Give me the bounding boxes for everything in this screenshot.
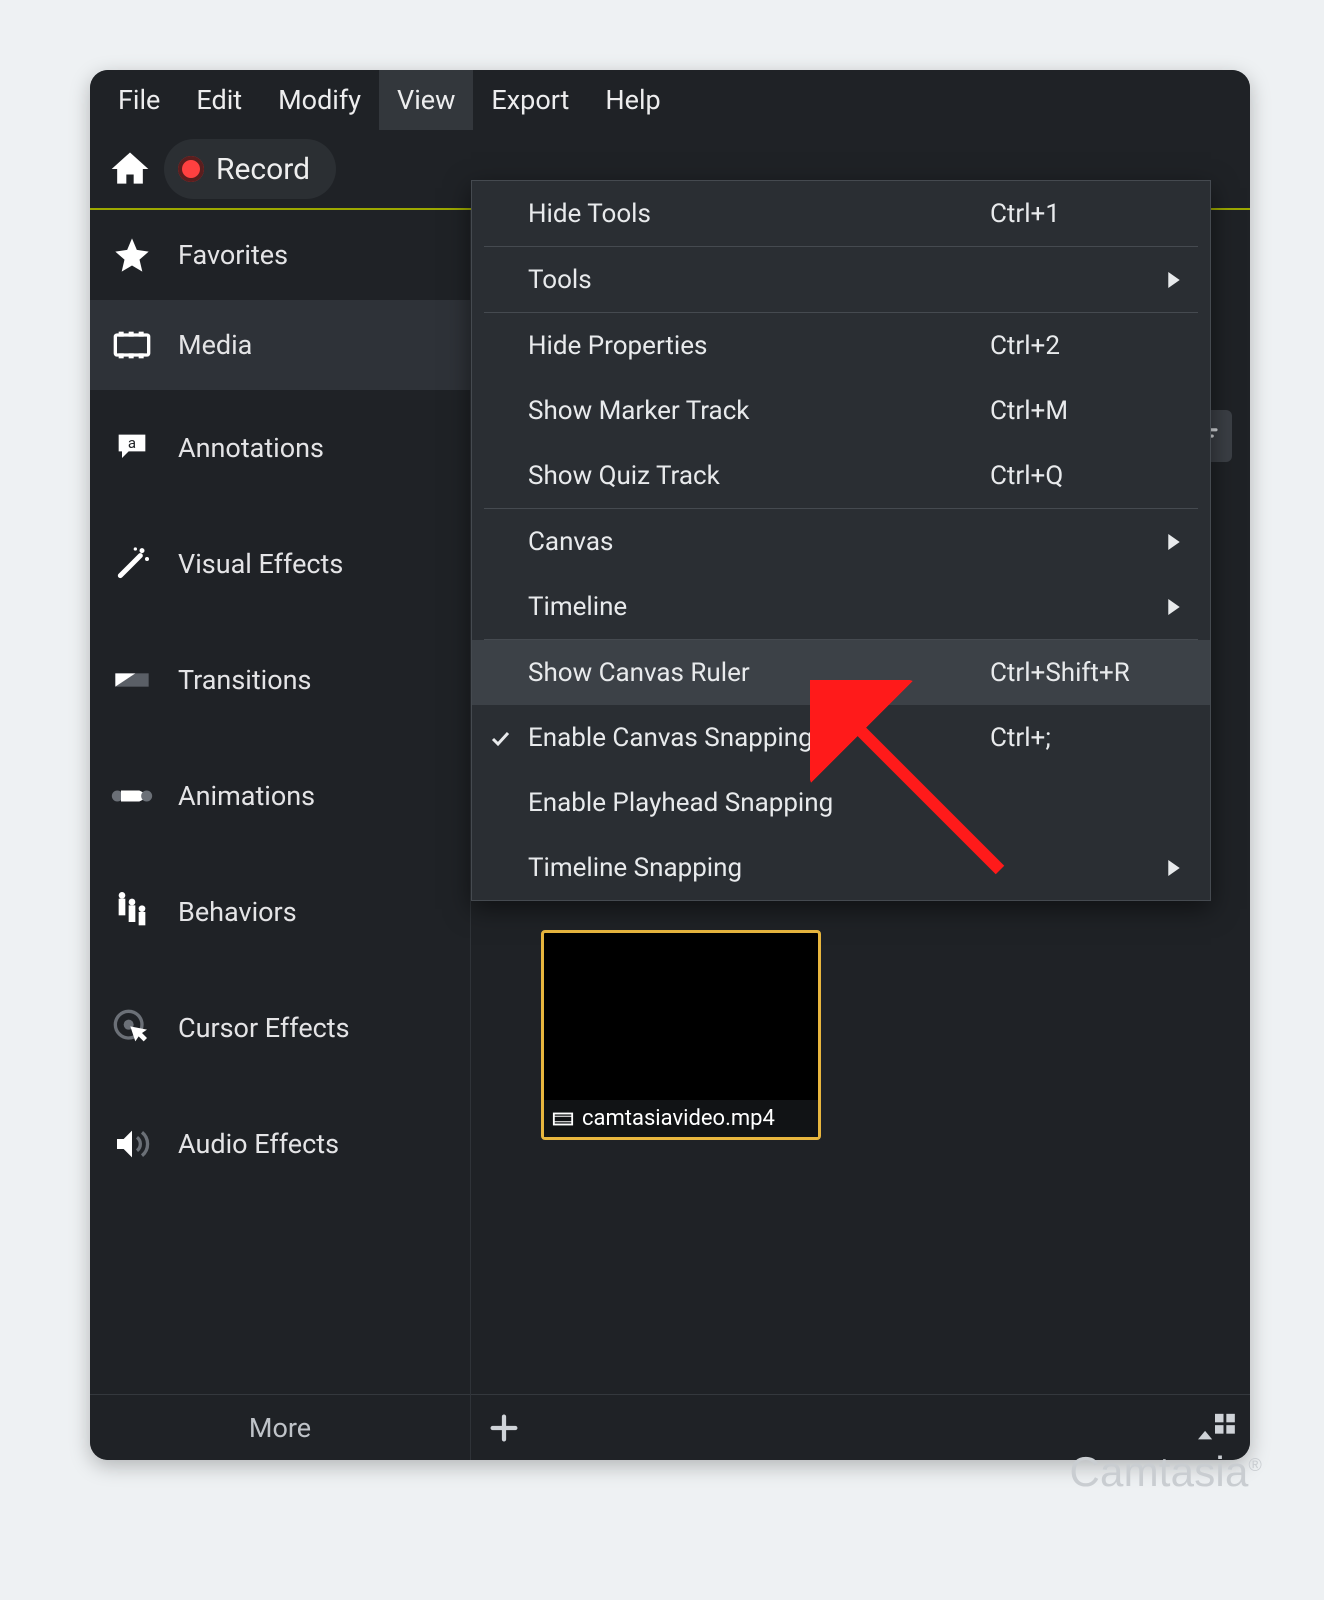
sidebar-item-favorites[interactable]: Favorites	[90, 210, 470, 300]
svg-text:a: a	[128, 434, 136, 452]
watermark-text: Camtasia	[1070, 1448, 1249, 1495]
add-media-button[interactable]	[471, 1395, 537, 1461]
sidebar-item-media[interactable]: Media	[90, 300, 470, 390]
menu-item-label: Enable Canvas Snapping	[528, 723, 813, 753]
sidebar-item-visual-effects[interactable]: Visual Effects	[90, 506, 470, 622]
menu-show-quiz-track[interactable]: Show Quiz Track Ctrl+Q	[472, 443, 1210, 508]
sidebar-item-behaviors[interactable]: Behaviors	[90, 854, 470, 970]
menu-view[interactable]: View	[379, 70, 473, 130]
media-clip-label: camtasiavideo.mp4	[544, 1100, 818, 1137]
menu-item-shortcut: Ctrl+2	[990, 331, 1180, 361]
menu-item-label: Hide Properties	[528, 331, 707, 361]
menu-item-label: Hide Tools	[528, 199, 651, 229]
menu-edit[interactable]: Edit	[178, 70, 260, 130]
registered-icon: ®	[1249, 1455, 1262, 1475]
submenu-arrow-icon	[1168, 860, 1180, 876]
menu-item-label: Show Marker Track	[528, 396, 749, 426]
menu-item-label: Show Quiz Track	[528, 461, 720, 491]
sidebar-item-label: Animations	[178, 780, 315, 812]
behaviors-icon	[110, 890, 154, 934]
menu-item-label: Timeline	[528, 592, 627, 622]
menu-bar: File Edit Modify View Export Help	[90, 70, 1250, 130]
record-label: Record	[216, 152, 310, 187]
menu-timeline-snapping[interactable]: Timeline Snapping	[472, 835, 1210, 900]
star-icon	[110, 233, 154, 277]
menu-item-shortcut: Ctrl+M	[990, 396, 1180, 426]
audio-icon	[110, 1122, 154, 1166]
sidebar-more[interactable]: More	[90, 1394, 470, 1460]
sidebar-item-animations[interactable]: Animations	[90, 738, 470, 854]
submenu-arrow-icon	[1168, 599, 1180, 615]
menu-item-label: Enable Playhead Snapping	[528, 788, 833, 818]
camtasia-watermark: Camtasia®	[1070, 1448, 1262, 1496]
sidebar-item-label: Media	[178, 329, 252, 361]
sidebar-item-label: Transitions	[178, 664, 311, 696]
menu-item-shortcut: Ctrl+1	[990, 199, 1180, 229]
menu-export[interactable]: Export	[473, 70, 587, 130]
submenu-arrow-icon	[1168, 272, 1180, 288]
media-clip-filename: camtasiavideo.mp4	[582, 1106, 775, 1131]
cursor-icon	[110, 1006, 154, 1050]
menu-file[interactable]: File	[100, 70, 178, 130]
sidebar-item-label: Audio Effects	[178, 1128, 339, 1160]
sidebar-item-label: Annotations	[178, 432, 324, 464]
sidebar-item-transitions[interactable]: Transitions	[90, 622, 470, 738]
menu-timeline[interactable]: Timeline	[472, 574, 1210, 639]
menu-show-marker-track[interactable]: Show Marker Track Ctrl+M	[472, 378, 1210, 443]
menu-item-shortcut: Ctrl+;	[990, 723, 1180, 753]
menu-canvas[interactable]: Canvas	[472, 509, 1210, 574]
sidebar-item-audio-effects[interactable]: Audio Effects	[90, 1086, 470, 1202]
menu-show-canvas-ruler[interactable]: Show Canvas Ruler Ctrl+Shift+R	[472, 640, 1210, 705]
sidebar-item-label: Behaviors	[178, 896, 297, 928]
record-button[interactable]: Record	[164, 139, 336, 199]
menu-item-label: Canvas	[528, 527, 613, 557]
sidebar-item-label: Cursor Effects	[178, 1012, 350, 1044]
menu-tools[interactable]: Tools	[472, 247, 1210, 312]
tools-sidebar: Favorites Media a Annotations Visual Eff…	[90, 210, 470, 1460]
menu-help[interactable]: Help	[587, 70, 678, 130]
check-icon	[490, 728, 510, 748]
animation-icon	[110, 774, 154, 818]
media-clip[interactable]: camtasiavideo.mp4	[541, 930, 821, 1140]
submenu-arrow-icon	[1168, 534, 1180, 550]
menu-hide-properties[interactable]: Hide Properties Ctrl+2	[472, 313, 1210, 378]
menu-hide-tools[interactable]: Hide Tools Ctrl+1	[472, 181, 1210, 246]
sidebar-item-label: Favorites	[178, 239, 288, 271]
menu-enable-canvas-snapping[interactable]: Enable Canvas Snapping Ctrl+;	[472, 705, 1210, 770]
menu-item-label: Tools	[528, 265, 592, 295]
record-icon	[178, 156, 204, 182]
app-window: File Edit Modify View Export Help Record…	[90, 70, 1250, 1460]
film-icon	[110, 323, 154, 367]
menu-modify[interactable]: Modify	[260, 70, 379, 130]
sidebar-item-label: Visual Effects	[178, 548, 343, 580]
menu-enable-playhead-snapping[interactable]: Enable Playhead Snapping	[472, 770, 1210, 835]
clip-film-icon	[552, 1108, 574, 1130]
transition-icon	[110, 658, 154, 702]
sidebar-item-annotations[interactable]: a Annotations	[90, 390, 470, 506]
annotation-icon: a	[110, 426, 154, 470]
menu-item-label: Show Canvas Ruler	[528, 658, 750, 688]
home-icon[interactable]	[108, 147, 152, 191]
menu-item-shortcut: Ctrl+Q	[990, 461, 1180, 491]
menu-item-shortcut: Ctrl+Shift+R	[990, 658, 1180, 688]
view-menu-dropdown: Hide Tools Ctrl+1 Tools Hide Properties …	[471, 180, 1211, 901]
sidebar-item-cursor-effects[interactable]: Cursor Effects	[90, 970, 470, 1086]
wand-icon	[110, 542, 154, 586]
menu-item-label: Timeline Snapping	[528, 853, 742, 883]
